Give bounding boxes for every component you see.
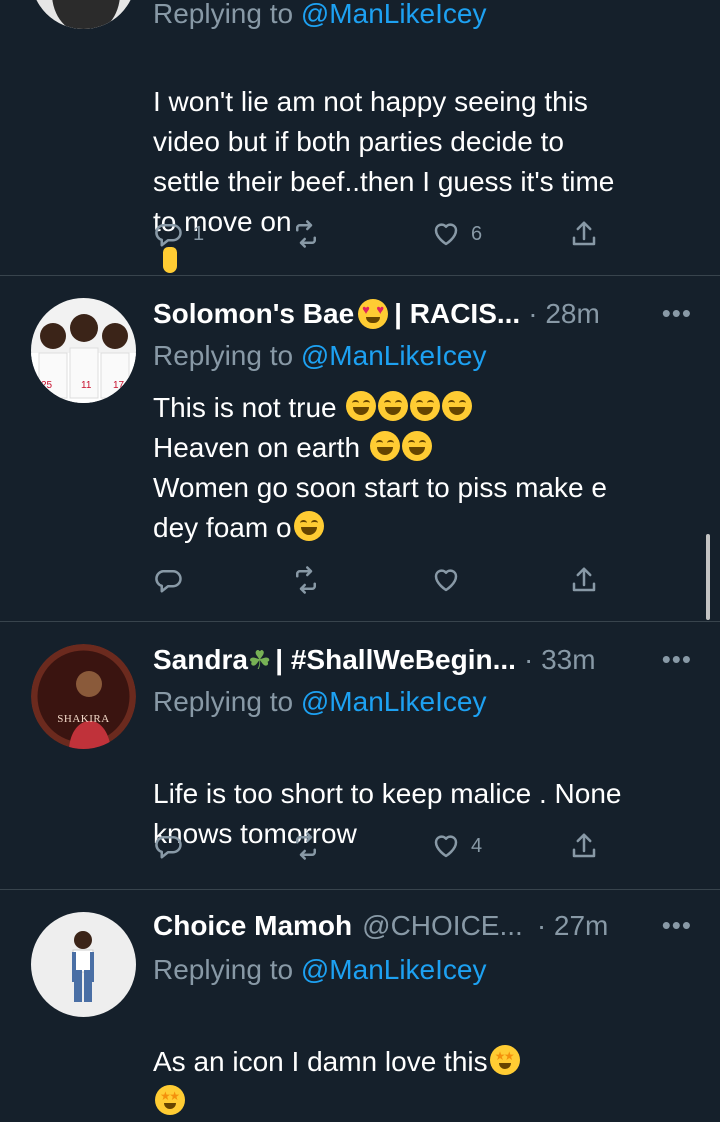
heart-icon: [434, 835, 458, 858]
mention-link[interactable]: @ManLikeIcey: [301, 340, 487, 371]
tweet-text: As an icon I damn love this: [153, 1002, 693, 1122]
tweet-header: Solomon's Bae | RACIS... · 28m •••: [153, 296, 692, 332]
tweet-actions: 4: [153, 828, 613, 864]
timestamp[interactable]: · 27m: [537, 910, 609, 942]
display-name[interactable]: Sandra: [153, 644, 248, 676]
display-name-suffix[interactable]: | RACIS...: [394, 298, 520, 330]
share-button[interactable]: [569, 562, 599, 598]
rofl-emoji: [293, 511, 324, 541]
retweet-icon: [296, 832, 316, 860]
avatar[interactable]: [31, 912, 136, 1017]
heart-icon: [434, 223, 458, 246]
tweet-header: Choice Mamoh @CHOICE... · 27m •••: [153, 908, 692, 944]
user-handle[interactable]: @CHOICE...: [362, 910, 523, 942]
share-button[interactable]: [569, 216, 599, 252]
tweet-text-line: dey foam o: [153, 512, 292, 543]
replying-to: Replying to @ManLikeIcey: [153, 686, 486, 718]
reply-button[interactable]: [153, 828, 183, 864]
timestamp[interactable]: · 33m: [524, 644, 596, 676]
reply-icon: [155, 570, 182, 593]
reply-count: 1: [193, 222, 205, 245]
tweet-text-line: This is not true: [153, 392, 337, 423]
tweet-card[interactable]: 11 17 25 Solomon's Bae | RACIS... · 28m …: [0, 276, 720, 622]
scrollbar[interactable]: [706, 534, 710, 620]
retweet-icon: [296, 220, 316, 248]
tweet-text: This is not true Heaven on earth Women g…: [153, 388, 693, 548]
avatar[interactable]: SHAKIRA: [31, 644, 136, 749]
retweet-button[interactable]: [291, 562, 321, 598]
svg-text:25: 25: [41, 380, 53, 391]
more-icon[interactable]: •••: [662, 298, 692, 329]
more-icon[interactable]: •••: [662, 644, 692, 675]
more-icon[interactable]: •••: [662, 910, 692, 941]
replying-label: Replying to: [153, 954, 294, 985]
shamrock-emoji: ☘: [247, 644, 272, 675]
like-button[interactable]: 6: [431, 216, 482, 252]
tweet-actions: 1 6: [153, 216, 613, 252]
tweet-text-line: Women go soon start to piss make e: [153, 472, 607, 503]
heart-icon: [434, 569, 458, 592]
laughing-emoji: [401, 431, 432, 461]
laughing-emoji: [378, 391, 409, 421]
like-count: 4: [471, 834, 483, 857]
tweet-card[interactable]: Replying to @ManLikeIcey I won't lie am …: [0, 0, 720, 276]
tweet-actions: [153, 562, 613, 598]
display-name[interactable]: Choice Mamoh: [153, 910, 352, 942]
display-name[interactable]: Solomon's Bae: [153, 298, 354, 330]
avatar-watermark: SHAKIRA: [57, 713, 109, 725]
laughing-emoji: [346, 391, 377, 421]
reply-button[interactable]: 1: [153, 216, 204, 252]
mention-link[interactable]: @ManLikeIcey: [301, 686, 487, 717]
timestamp[interactable]: · 28m: [528, 298, 600, 330]
replying-label: Replying to: [153, 686, 294, 717]
laughing-emoji: [410, 391, 441, 421]
mention-link[interactable]: @ManLikeIcey: [301, 954, 487, 985]
svg-text:17: 17: [113, 380, 125, 391]
tweet-card[interactable]: Choice Mamoh @CHOICE... · 27m ••• Replyi…: [0, 890, 720, 1115]
like-count: 6: [471, 222, 483, 245]
reply-button[interactable]: [153, 562, 183, 598]
replying-label: Replying to: [153, 340, 294, 371]
tweet-header: Sandra ☘ | #ShallWeBegin... · 33m •••: [153, 642, 692, 678]
share-icon: [572, 833, 596, 858]
reply-icon: [155, 224, 182, 247]
svg-text:11: 11: [81, 380, 92, 391]
share-icon: [572, 221, 596, 246]
tweet-text-content: I won't lie am not happy seeing this vid…: [153, 86, 615, 237]
display-name-suffix[interactable]: | #ShallWeBegin...: [275, 644, 516, 676]
share-button[interactable]: [569, 828, 599, 864]
like-button[interactable]: [431, 562, 461, 598]
avatar[interactable]: 11 17 25: [31, 298, 136, 403]
replying-to: Replying to @ManLikeIcey: [153, 954, 486, 986]
retweet-button[interactable]: [291, 828, 321, 864]
tweet-card[interactable]: SHAKIRA Sandra ☘ | #ShallWeBegin... · 33…: [0, 622, 720, 890]
heart-eyes-emoji: [358, 299, 389, 329]
replying-to: Replying to @ManLikeIcey: [153, 0, 486, 30]
star-struck-emoji: [489, 1045, 520, 1075]
replying-to: Replying to @ManLikeIcey: [153, 340, 486, 372]
laughing-emoji: [369, 431, 400, 461]
like-button[interactable]: 4: [431, 828, 482, 864]
mention-link[interactable]: @ManLikeIcey: [301, 0, 487, 29]
replying-label: Replying to: [153, 0, 294, 29]
laughing-emoji: [442, 391, 473, 421]
tweet-text-content: As an icon I damn love this: [153, 1046, 488, 1077]
retweet-icon: [296, 566, 316, 594]
reply-icon: [155, 836, 182, 859]
star-struck-emoji: [155, 1085, 185, 1115]
retweet-button[interactable]: [291, 216, 321, 252]
share-icon: [572, 567, 596, 592]
avatar[interactable]: [31, 0, 136, 29]
tweet-text-line: Heaven on earth: [153, 432, 361, 463]
